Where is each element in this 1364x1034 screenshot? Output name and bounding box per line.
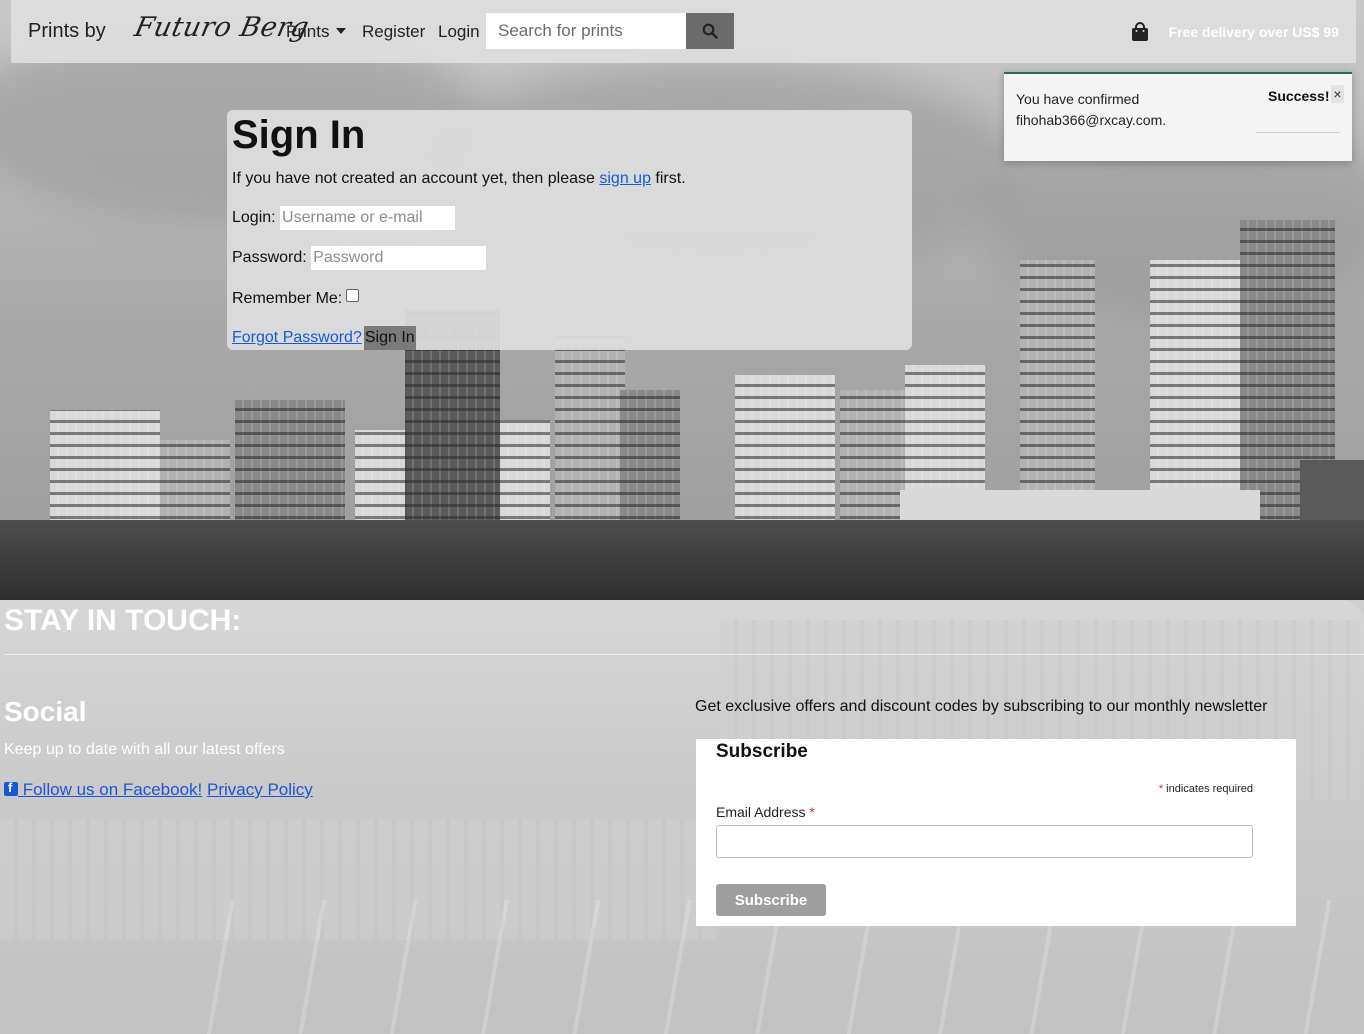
search-button[interactable] — [686, 13, 734, 49]
privacy-policy-link[interactable]: Privacy Policy — [207, 780, 313, 799]
login-field[interactable] — [280, 206, 456, 230]
newsletter-text: Get exclusive offers and discount codes … — [695, 698, 1268, 715]
subscribe-button[interactable]: Subscribe — [716, 884, 826, 916]
nav-prints-dropdown[interactable]: Prints — [286, 22, 347, 42]
social-links: Follow us on Facebook! Privacy Policy — [4, 780, 313, 800]
required-note-text: indicates required — [1166, 783, 1253, 795]
brand-link[interactable]: Prints by — [28, 20, 106, 43]
stay-in-touch-heading: STAY IN TOUCH: — [4, 604, 242, 637]
social-text: Keep up to date with all our latest offe… — [4, 741, 285, 758]
nav-login[interactable]: Login — [438, 22, 480, 42]
chevron-down-icon — [336, 28, 347, 34]
free-delivery-banner: Free delivery over US$ 99 — [1168, 24, 1339, 40]
shopping-bag-icon[interactable] — [1131, 22, 1149, 47]
subscribe-heading: Subscribe — [716, 741, 808, 762]
navbar: Prints by Futuro Berg Prints Register Lo… — [11, 0, 1356, 63]
email-required-star: * — [809, 804, 815, 820]
toast-divider — [1256, 132, 1340, 133]
success-toast: You have confirmed fihohab366@rxcay.com.… — [1004, 72, 1352, 161]
email-label-text: Email Address — [716, 804, 806, 820]
facebook-icon — [4, 780, 18, 796]
forgot-password-link[interactable]: Forgot Password? — [232, 329, 362, 346]
required-note: * indicates required — [1159, 783, 1253, 795]
actions-row: Forgot Password? Sign In — [232, 326, 416, 350]
nav-prints-label: Prints — [286, 22, 330, 41]
signin-intro: If you have not created an account yet, … — [232, 170, 686, 188]
login-label: Login: — [232, 209, 276, 227]
social-heading: Social — [4, 696, 87, 727]
close-icon[interactable]: × — [1331, 85, 1344, 103]
facebook-link-label: Follow us on Facebook! — [18, 780, 203, 799]
search-input[interactable] — [486, 13, 686, 49]
password-field[interactable] — [311, 246, 487, 270]
intro-prefix: If you have not created an account yet, … — [232, 170, 595, 187]
toast-message: You have confirmed fihohab366@rxcay.com. — [1016, 91, 1167, 128]
remember-me-checkbox[interactable] — [346, 289, 360, 302]
email-label: Email Address * — [716, 804, 815, 820]
signin-card: Sign In If you have not created an accou… — [227, 110, 912, 350]
toast-title: Success! — [1268, 88, 1330, 104]
subscribe-form: Subscribe * indicates required Email Add… — [696, 739, 1296, 926]
brand-logo[interactable]: Futuro Berg — [132, 12, 312, 43]
remember-label: Remember Me: — [232, 290, 343, 307]
email-field[interactable] — [716, 825, 1253, 858]
login-row: Login: — [232, 206, 456, 230]
sign-in-button[interactable]: Sign In — [363, 326, 416, 350]
password-label: Password: — [232, 249, 307, 267]
sign-up-link[interactable]: sign up — [599, 170, 651, 187]
facebook-link[interactable]: Follow us on Facebook! — [4, 780, 202, 799]
required-star: * — [1158, 783, 1164, 795]
footer-divider — [4, 654, 1364, 655]
footer: STAY IN TOUCH: Social Keep up to date wi… — [0, 600, 1364, 1034]
search-icon — [702, 23, 718, 39]
intro-suffix: first. — [655, 170, 686, 187]
password-row: Password: — [232, 246, 487, 270]
nav-register[interactable]: Register — [362, 22, 425, 42]
remember-row: Remember Me: — [232, 289, 360, 308]
page-title: Sign In — [232, 113, 366, 157]
